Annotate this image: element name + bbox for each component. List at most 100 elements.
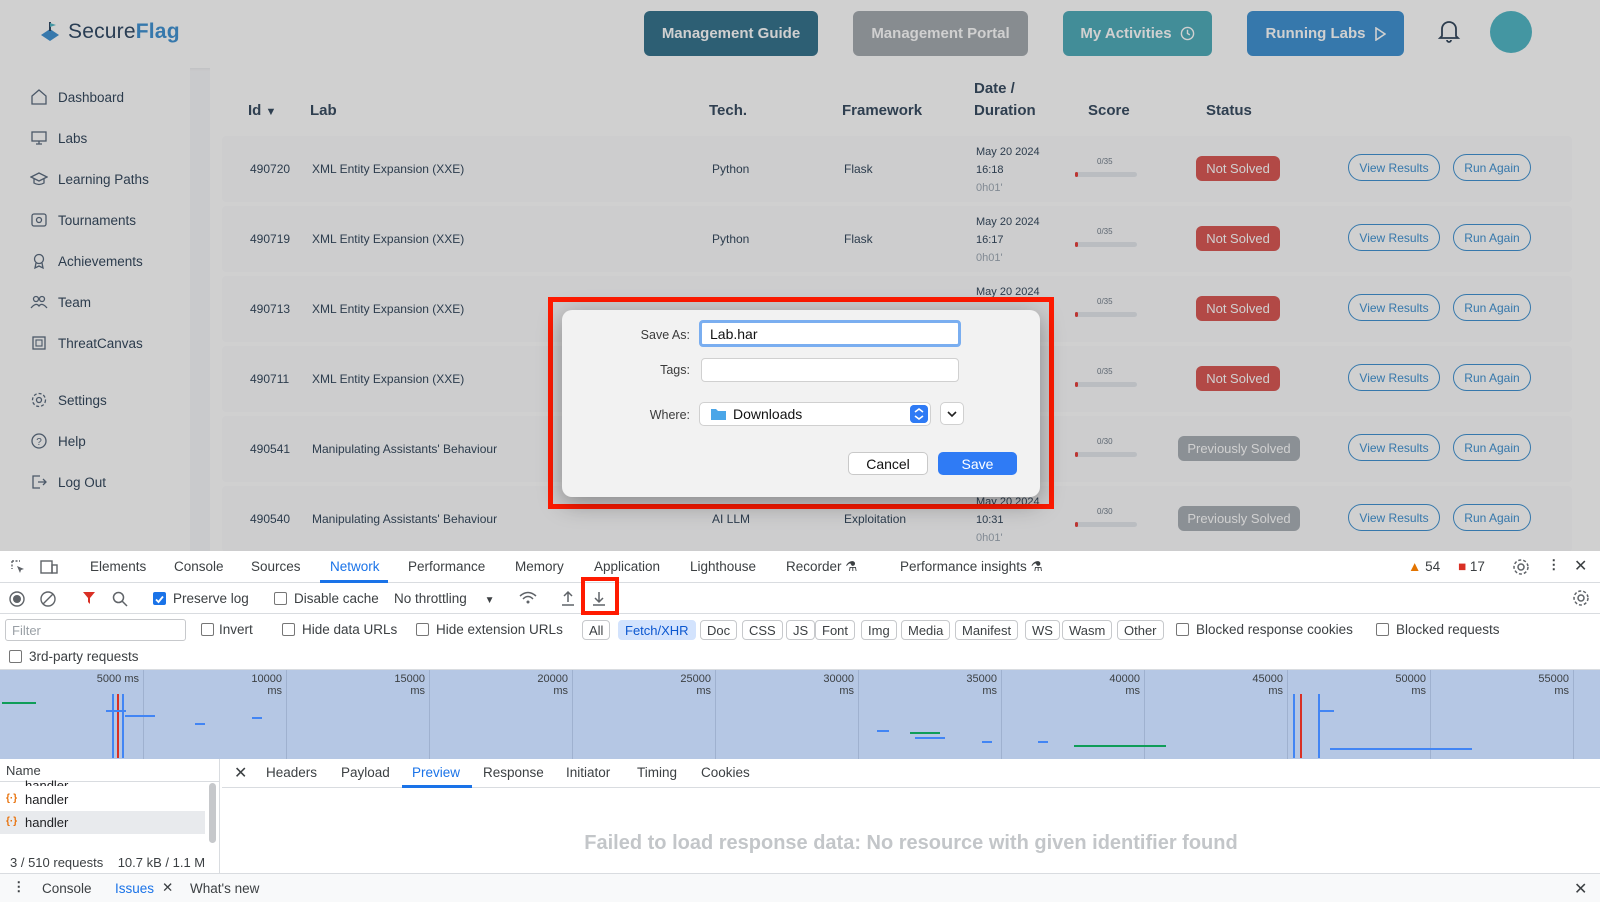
close-drawer-icon[interactable]: ✕ — [1574, 879, 1587, 899]
dropdown-arrow-icon: ▼ — [484, 595, 495, 606]
tab-performance-insights[interactable]: Performance insights ⚗ — [900, 559, 1043, 575]
device-toolbar-icon[interactable] — [40, 559, 58, 575]
timeline-marker — [122, 694, 124, 758]
filter-input[interactable]: Filter — [5, 619, 186, 641]
expand-dialog-button[interactable] — [940, 402, 964, 425]
chip-css[interactable]: CSS — [742, 620, 783, 640]
hide-extension-urls-checkbox[interactable] — [416, 623, 429, 636]
third-party-checkbox[interactable] — [9, 650, 22, 663]
tags-input[interactable] — [701, 358, 959, 382]
error-icon: ■ — [1458, 559, 1467, 574]
record-icon[interactable] — [9, 591, 25, 607]
errors-count[interactable]: ■ 17 — [1458, 559, 1485, 574]
tab-timing[interactable]: Timing — [637, 765, 677, 780]
tab-sources[interactable]: Sources — [251, 559, 301, 574]
blocked-requests-label: Blocked requests — [1396, 622, 1500, 637]
throttling-select[interactable]: No throttling ▼ — [394, 591, 494, 606]
timeline-gridline — [429, 670, 430, 759]
tab-performance[interactable]: Performance — [408, 559, 485, 574]
tab-elements[interactable]: Elements — [90, 559, 146, 574]
timeline-tick-label: 50000 ms — [1395, 673, 1426, 697]
tab-lighthouse[interactable]: Lighthouse — [690, 559, 756, 574]
disable-cache-checkbox[interactable] — [274, 592, 287, 605]
tab-memory[interactable]: Memory — [515, 559, 564, 574]
network-conditions-icon[interactable] — [518, 590, 538, 606]
timeline-gridline — [715, 670, 716, 759]
flask-icon: ⚗ — [845, 559, 858, 574]
timeline-marker — [117, 694, 119, 758]
save-as-input[interactable] — [699, 320, 961, 347]
gear-icon[interactable] — [1512, 558, 1530, 576]
active-tab-indicator — [402, 785, 472, 788]
chip-ws[interactable]: WS — [1025, 620, 1060, 640]
tab-initiator[interactable]: Initiator — [566, 765, 610, 780]
close-detail-icon[interactable]: ✕ — [234, 763, 247, 783]
save-button[interactable]: Save — [938, 452, 1017, 475]
timeline-bar — [252, 717, 262, 719]
chip-img[interactable]: Img — [861, 620, 897, 640]
chip-all[interactable]: All — [582, 620, 611, 640]
request-row[interactable]: handler — [0, 778, 205, 786]
xhr-icon: {·} — [6, 816, 18, 827]
chip-js[interactable]: JS — [786, 620, 816, 640]
close-issues-icon[interactable]: ✕ — [162, 880, 173, 896]
preserve-log-label: Preserve log — [173, 591, 249, 606]
third-party-row: 3rd-party requests — [0, 644, 1600, 670]
timeline-bar — [915, 737, 945, 739]
hide-data-urls-checkbox[interactable] — [282, 623, 295, 636]
scrollbar-thumb[interactable] — [209, 783, 216, 843]
network-settings-icon[interactable] — [1572, 589, 1590, 607]
request-row-selected[interactable]: {·} handler — [0, 811, 205, 834]
timeline-marker — [1300, 694, 1302, 758]
tab-payload[interactable]: Payload — [341, 765, 390, 780]
clear-icon[interactable] — [40, 591, 56, 607]
timeline-tick-label: 25000 ms — [680, 673, 711, 697]
chip-other[interactable]: Other — [1117, 620, 1164, 640]
tab-application[interactable]: Application — [594, 559, 660, 574]
tab-network[interactable]: Network — [330, 559, 380, 574]
timeline-tick-label: 35000 ms — [966, 673, 997, 697]
tab-cookies[interactable]: Cookies — [701, 765, 750, 780]
timeline-gridline — [858, 670, 859, 759]
updown-icon — [910, 405, 928, 423]
more-menu-icon[interactable]: ⋮ — [1547, 557, 1561, 573]
third-party-label: 3rd-party requests — [29, 649, 139, 664]
timeline-gridline — [286, 670, 287, 759]
tab-console[interactable]: Console — [174, 559, 224, 574]
where-select[interactable]: Downloads — [699, 402, 931, 426]
inspect-icon[interactable] — [10, 559, 26, 575]
tab-response[interactable]: Response — [483, 765, 544, 780]
tab-recorder[interactable]: Recorder ⚗ — [786, 559, 857, 575]
drawer-tab-console[interactable]: Console — [42, 881, 92, 896]
chip-doc[interactable]: Doc — [700, 620, 738, 640]
blocked-response-cookies-checkbox[interactable] — [1176, 623, 1189, 636]
close-icon[interactable]: ✕ — [1574, 556, 1587, 576]
detail-tabs: ✕ Headers Payload Preview Response Initi… — [222, 759, 1600, 788]
filter-icon[interactable] — [82, 591, 96, 605]
drawer-tab-whats-new[interactable]: What's new — [190, 881, 259, 896]
cancel-button[interactable]: Cancel — [848, 452, 928, 475]
chip-media[interactable]: Media — [901, 620, 951, 640]
drawer-tab-issues[interactable]: Issues — [115, 881, 154, 896]
invert-checkbox[interactable] — [201, 623, 214, 636]
chip-wasm[interactable]: Wasm — [1062, 620, 1113, 640]
where-label: Where: — [649, 408, 690, 422]
network-timeline[interactable]: 5000 ms 10000 ms 15000 ms 20000 ms 25000 ms 3… — [0, 670, 1600, 759]
chip-manifest[interactable]: Manifest — [955, 620, 1019, 640]
chip-fetch-xhr[interactable]: Fetch/XHR — [618, 620, 696, 640]
import-har-icon[interactable] — [561, 590, 575, 606]
drawer-menu-icon[interactable]: ⋮ — [12, 879, 26, 895]
search-icon[interactable] — [112, 591, 128, 607]
timeline-tick-label: 40000 ms — [1109, 673, 1140, 697]
warnings-count[interactable]: ▲ 54 — [1408, 559, 1440, 574]
chip-font[interactable]: Font — [815, 620, 856, 640]
timeline-tick-label: 10000 ms — [251, 673, 282, 697]
tab-headers[interactable]: Headers — [266, 765, 317, 780]
tab-preview[interactable]: Preview — [412, 765, 460, 780]
preserve-log-checkbox[interactable] — [153, 592, 166, 605]
request-row[interactable]: {·} handler — [0, 788, 205, 811]
timeline-tick-label: 55000 ms — [1538, 673, 1569, 697]
blocked-requests-checkbox[interactable] — [1376, 623, 1389, 636]
timeline-tick-label: 20000 ms — [537, 673, 568, 697]
network-toolbar: Preserve log Disable cache No throttling… — [0, 583, 1600, 614]
